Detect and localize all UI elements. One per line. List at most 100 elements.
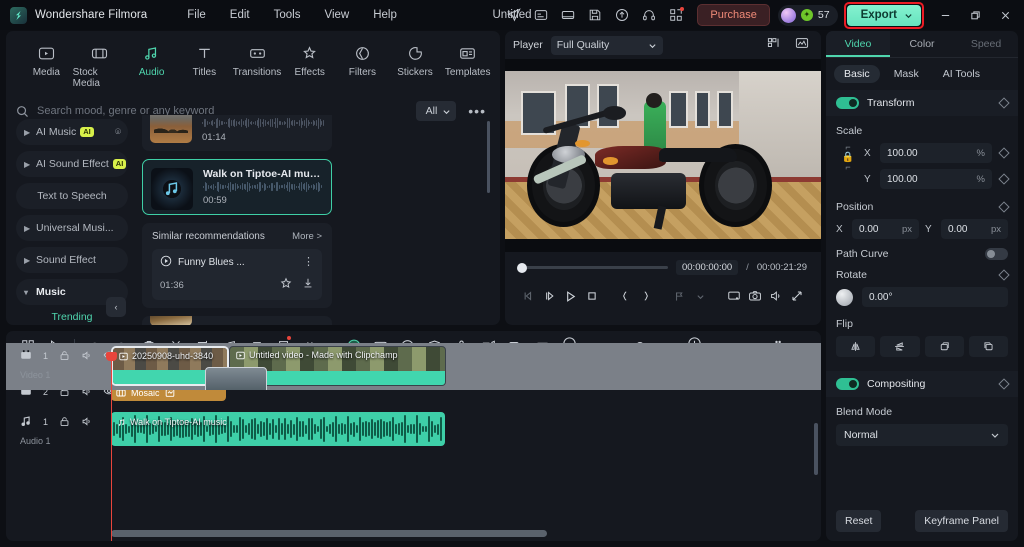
chevron-down-icon[interactable] xyxy=(690,285,711,307)
favorite-star-icon[interactable] xyxy=(280,276,292,294)
tab-video[interactable]: Video xyxy=(826,31,890,57)
quality-dropdown[interactable]: Full Quality xyxy=(551,36,663,55)
flip-vertical-icon[interactable] xyxy=(880,336,919,357)
prev-frame-icon[interactable] xyxy=(519,285,540,307)
sidebar-item-universal-music[interactable]: ▶ Universal Musi... xyxy=(16,215,128,241)
playback-slider[interactable] xyxy=(519,266,668,269)
rotate-dial[interactable] xyxy=(836,289,853,306)
stop-icon[interactable] xyxy=(581,285,602,307)
menu-edit[interactable]: Edit xyxy=(218,5,262,25)
audio-1-lane[interactable]: Walk on Tiptoe-AI music xyxy=(111,409,821,449)
lock-track-icon[interactable] xyxy=(59,350,70,363)
timeline-scrollbar-thumb[interactable] xyxy=(111,530,547,537)
tab-filters[interactable]: Filters xyxy=(336,39,389,78)
keyframe-panel-button[interactable]: Keyframe Panel xyxy=(915,510,1008,532)
keyframe-diamond-icon[interactable] xyxy=(998,269,1009,280)
play-icon[interactable] xyxy=(561,285,582,307)
list-item-selected[interactable]: Walk on Tiptoe-AI music 00:59 xyxy=(142,159,332,215)
help-icon[interactable]: ⌾ xyxy=(115,127,121,138)
transform-toggle[interactable] xyxy=(836,97,859,109)
sidebar-item-text-to-speech[interactable]: Text to Speech xyxy=(16,183,128,209)
layout-grid-icon[interactable] xyxy=(767,36,781,55)
keyframe-diamond-icon[interactable] xyxy=(998,97,1009,108)
blend-mode-select[interactable]: Normal xyxy=(836,424,1008,446)
cloud-upload-icon[interactable] xyxy=(608,3,635,27)
tab-audio[interactable]: Audio xyxy=(125,39,178,78)
collapse-sidebar-icon[interactable]: ‹ xyxy=(106,297,126,317)
position-y-input[interactable]: 0.00 px xyxy=(941,219,1008,239)
qr-grid-icon[interactable] xyxy=(662,3,689,27)
tab-stock-media[interactable]: Stock Media xyxy=(73,39,126,89)
tab-templates[interactable]: Templates xyxy=(441,39,494,78)
video-preview-stage[interactable] xyxy=(505,59,821,252)
play-icon[interactable] xyxy=(160,255,172,270)
subtab-basic[interactable]: Basic xyxy=(834,65,880,83)
similar-item[interactable]: Funny Blues ... ⋮ 01:36 xyxy=(152,249,322,300)
scopes-icon[interactable] xyxy=(795,36,809,55)
keyframe-diamond-icon[interactable] xyxy=(998,147,1009,158)
sidebar-item-sound-effect[interactable]: ▶ Sound Effect xyxy=(16,247,128,273)
mark-in-icon[interactable] xyxy=(615,285,636,307)
timeline-horizontal-scrollbar[interactable] xyxy=(111,530,815,537)
subtab-mask[interactable]: Mask xyxy=(884,65,929,83)
credits-badge[interactable]: ✦ 57 xyxy=(778,5,838,26)
clip-audio[interactable]: Walk on Tiptoe-AI music xyxy=(111,412,445,446)
keyframe-diamond-icon[interactable] xyxy=(998,201,1009,212)
mute-track-icon[interactable] xyxy=(81,350,92,363)
keyframe-diamond-icon[interactable] xyxy=(998,378,1009,389)
list-item[interactable]: 01:14 xyxy=(142,115,332,151)
headset-icon[interactable] xyxy=(635,3,662,27)
path-curve-toggle[interactable] xyxy=(985,248,1008,260)
sidebar-item-ai-music[interactable]: ▶ AI Music AI ⌾ xyxy=(16,119,128,145)
tab-speed[interactable]: Speed xyxy=(954,31,1018,57)
send-icon[interactable] xyxy=(500,3,527,27)
minimize-icon[interactable] xyxy=(930,2,960,28)
video-1-lane[interactable]: 20250908-uhd-3840 Untitled video - Made … xyxy=(111,343,821,390)
mute-track-icon[interactable] xyxy=(81,416,92,429)
markers-icon[interactable] xyxy=(669,285,690,307)
fullscreen-monitor-icon[interactable] xyxy=(724,285,745,307)
timeline-vertical-scrollbar[interactable] xyxy=(814,423,818,475)
list-item[interactable] xyxy=(142,316,332,325)
kebab-menu-icon[interactable]: ⋮ xyxy=(303,259,314,266)
download-icon[interactable] xyxy=(302,276,314,294)
save-icon[interactable] xyxy=(581,3,608,27)
timeline-playhead[interactable] xyxy=(111,353,112,541)
playhead-knob[interactable] xyxy=(517,263,527,273)
menu-help[interactable]: Help xyxy=(361,5,409,25)
subtab-ai-tools[interactable]: AI Tools xyxy=(933,65,990,83)
close-icon[interactable] xyxy=(990,2,1020,28)
library-scrollbar[interactable] xyxy=(487,121,490,193)
similar-more-link[interactable]: More > xyxy=(292,231,322,242)
rotate-input[interactable]: 0.00° xyxy=(862,287,1008,307)
keyframe-diamond-icon[interactable] xyxy=(998,173,1009,184)
expand-icon[interactable] xyxy=(786,285,807,307)
screen-icon[interactable] xyxy=(554,3,581,27)
tab-color[interactable]: Color xyxy=(890,31,954,57)
tab-titles[interactable]: Titles xyxy=(178,39,231,78)
tab-effects[interactable]: Effects xyxy=(283,39,336,78)
snapshot-icon[interactable] xyxy=(745,285,766,307)
purchase-button[interactable]: Purchase xyxy=(697,4,769,26)
scale-y-input[interactable]: 100.00 % xyxy=(880,169,992,189)
volume-icon[interactable] xyxy=(765,285,786,307)
export-button[interactable]: Export xyxy=(847,5,921,26)
tab-stickers[interactable]: Stickers xyxy=(389,39,442,78)
tab-media[interactable]: Media xyxy=(20,39,73,78)
lock-track-icon[interactable] xyxy=(59,416,70,429)
sidebar-item-ai-sound-effect[interactable]: ▶ AI Sound Effect AI xyxy=(16,151,128,177)
menu-view[interactable]: View xyxy=(312,5,361,25)
compositing-toggle[interactable] xyxy=(836,378,859,390)
rotate-ccw-icon[interactable] xyxy=(969,336,1008,357)
drag-preview-thumbnail[interactable] xyxy=(205,367,267,390)
scale-x-input[interactable]: 100.00 % xyxy=(880,143,992,163)
menu-file[interactable]: File xyxy=(175,5,218,25)
reset-button[interactable]: Reset xyxy=(836,510,881,532)
subtitle-icon[interactable] xyxy=(527,3,554,27)
position-x-input[interactable]: 0.00 px xyxy=(852,219,919,239)
menu-tools[interactable]: Tools xyxy=(262,5,313,25)
restore-icon[interactable] xyxy=(960,2,990,28)
flip-horizontal-icon[interactable] xyxy=(836,336,875,357)
tab-transitions[interactable]: Transitions xyxy=(231,39,284,78)
rotate-cw-icon[interactable] xyxy=(925,336,964,357)
